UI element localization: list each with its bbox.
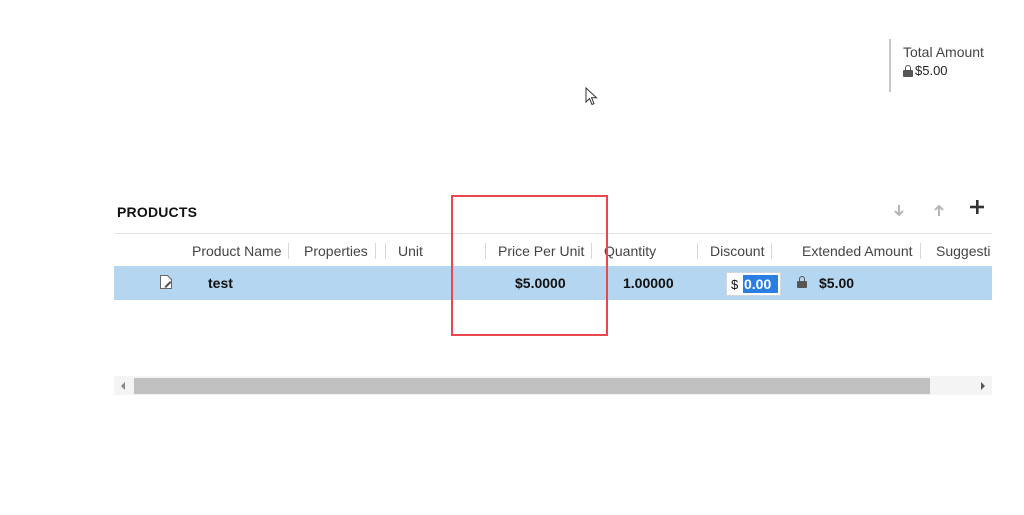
quantity-cell[interactable]: 1.00000 xyxy=(623,275,674,291)
column-header-properties[interactable]: Properties xyxy=(304,242,376,260)
horizontal-scrollbar[interactable] xyxy=(114,376,992,395)
discount-currency-symbol: $ xyxy=(731,277,739,292)
column-header-product-name[interactable]: Product Name xyxy=(192,242,290,260)
move-down-button[interactable] xyxy=(891,202,907,218)
arrow-up-icon xyxy=(934,204,944,216)
lock-icon xyxy=(797,276,807,288)
total-amount-label: Total Amount xyxy=(903,44,984,60)
highlight-annotation-box xyxy=(451,195,608,336)
products-section-title: PRODUCTS xyxy=(117,204,198,220)
column-header-extended-amount[interactable]: Extended Amount xyxy=(802,242,921,260)
column-header-suggestions[interactable]: Suggesti xyxy=(936,242,992,260)
total-amount-field: Total Amount $5.00 xyxy=(889,39,984,92)
discount-input[interactable] xyxy=(743,275,778,293)
extended-amount-cell: $5.00 xyxy=(819,275,855,291)
page: Total Amount $5.00 PRODUCTS Product Name xyxy=(0,0,1024,515)
add-product-button[interactable] xyxy=(969,199,985,215)
product-name-cell[interactable]: test xyxy=(208,275,233,291)
column-header-discount[interactable]: Discount xyxy=(710,242,773,260)
header-separator xyxy=(385,243,386,259)
scrollbar-thumb[interactable] xyxy=(134,378,930,394)
edit-record-icon[interactable] xyxy=(159,274,173,290)
lock-icon xyxy=(903,65,913,77)
column-header-quantity[interactable]: Quantity xyxy=(604,242,664,260)
plus-icon xyxy=(970,200,984,214)
total-amount-value-wrap: $5.00 xyxy=(903,63,984,79)
scroll-right-button[interactable] xyxy=(974,376,992,395)
total-amount-value: $5.00 xyxy=(915,63,948,78)
mouse-cursor-icon xyxy=(585,87,598,106)
column-header-unit[interactable]: Unit xyxy=(398,242,431,260)
header-separator xyxy=(697,243,698,259)
discount-field[interactable]: $ xyxy=(726,272,781,296)
arrow-down-icon xyxy=(894,205,904,217)
scroll-left-button[interactable] xyxy=(114,376,132,395)
move-up-button[interactable] xyxy=(931,202,947,218)
